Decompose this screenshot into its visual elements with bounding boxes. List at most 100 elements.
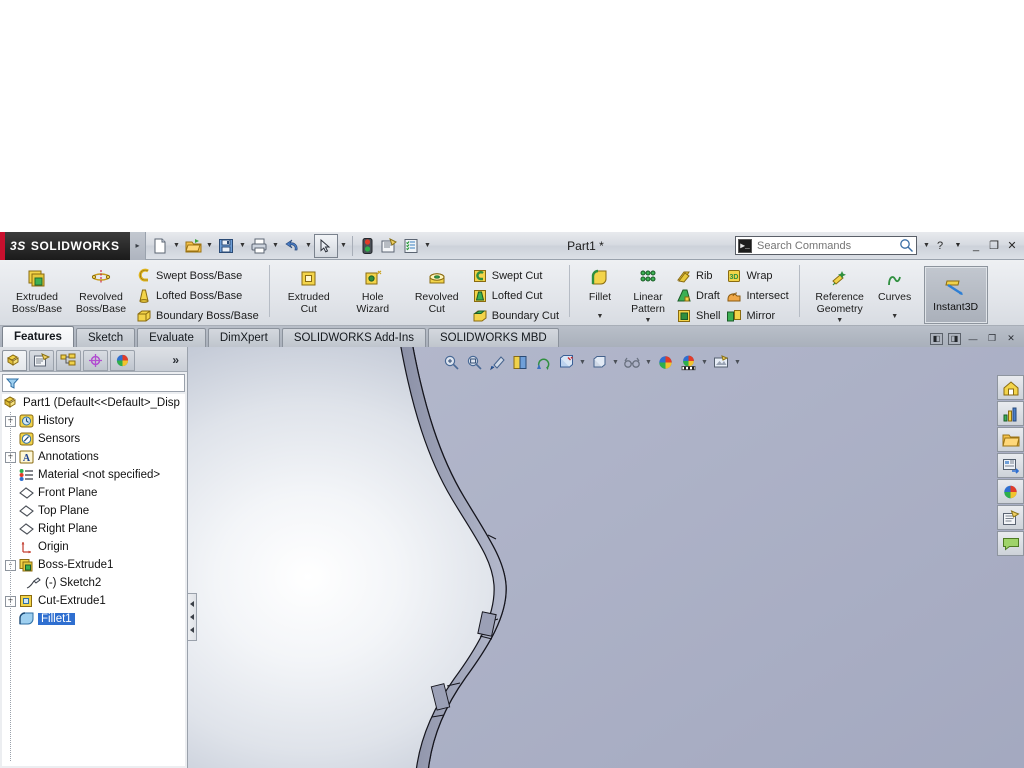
save-caret-icon[interactable]: ▼ — [237, 235, 248, 257]
tree-item-sketch2[interactable]: (-) Sketch2 — [2, 574, 185, 592]
view-settings-glasses-button[interactable] — [621, 352, 643, 372]
open-document-caret-icon[interactable]: ▼ — [204, 235, 215, 257]
extruded-cut-button[interactable]: Extruded Cut — [277, 264, 341, 315]
instant3d-toggle[interactable]: Instant3D — [923, 266, 988, 324]
intersect-button[interactable]: Intersect — [723, 286, 791, 305]
doc-restore-button[interactable]: ❐ — [985, 332, 999, 345]
swept-cut-button[interactable]: Swept Cut — [469, 266, 562, 285]
toolbar-settings-caret-icon[interactable]: ▼ — [422, 235, 433, 257]
search-caret-icon[interactable]: ▼ — [921, 235, 932, 257]
print-caret-icon[interactable]: ▼ — [270, 235, 281, 257]
panel-expand-chevron-icon[interactable]: » — [172, 353, 179, 367]
zoom-to-fit-button[interactable] — [440, 352, 462, 372]
shell-button[interactable]: Shell — [673, 306, 723, 325]
tab-features[interactable]: Features — [2, 326, 74, 347]
pin-left-button[interactable]: ◧ — [930, 332, 943, 345]
revolved-cut-button[interactable]: Revolved Cut — [405, 264, 469, 315]
previous-view-button[interactable] — [486, 352, 508, 372]
tree-item-cut-extrude1[interactable]: + Cut-Extrude1 — [2, 592, 185, 610]
rib-button[interactable]: Rib — [673, 266, 723, 285]
lofted-boss-base-button[interactable]: Lofted Boss/Base — [133, 286, 262, 305]
help-caret-icon[interactable]: ▼ — [950, 238, 966, 254]
configuration-manager-tab[interactable] — [56, 349, 81, 371]
tab-evaluate[interactable]: Evaluate — [137, 328, 206, 347]
display-style-caret-icon[interactable]: ▼ — [578, 352, 587, 372]
toolbar-settings-button[interactable] — [400, 235, 422, 257]
tab-solidworks-add-ins[interactable]: SOLIDWORKS Add-Ins — [281, 328, 426, 347]
pin-right-button[interactable]: ◨ — [948, 332, 961, 345]
open-document-button[interactable] — [182, 235, 204, 257]
search-icon[interactable] — [899, 238, 914, 253]
boundary-cut-button[interactable]: Boundary Cut — [469, 306, 562, 325]
graphics-viewport[interactable]: ▼ ▼ ▼ ▼ ▼ — [188, 347, 1024, 768]
tab-solidworks-mbd[interactable]: SOLIDWORKS MBD — [427, 328, 559, 347]
hide-show-items-button[interactable] — [588, 352, 610, 372]
tree-item-annotations[interactable]: + A Annotations — [2, 448, 185, 466]
panel-splitter-handle[interactable] — [188, 593, 197, 641]
options-button[interactable] — [378, 235, 400, 257]
tree-item-part1[interactable]: Part1 (Default<<Default>_Disp — [2, 394, 185, 412]
display-manager-tab[interactable] — [110, 349, 135, 371]
close-button[interactable]: ✕ — [1004, 238, 1020, 254]
select-tool-button[interactable] — [314, 233, 338, 258]
linear-pattern-dropdown-caret-icon[interactable]: ▼ — [623, 317, 673, 324]
apply-scene-button[interactable] — [677, 352, 699, 372]
rebuild-button[interactable] — [356, 235, 378, 257]
tree-item-history[interactable]: + History — [2, 412, 185, 430]
print-button[interactable] — [248, 235, 270, 257]
minimize-button[interactable]: _ — [968, 238, 984, 254]
file-explorer-button[interactable] — [997, 427, 1024, 452]
edit-appearance-button[interactable] — [654, 352, 676, 372]
lofted-cut-button[interactable]: Lofted Cut — [469, 286, 562, 305]
view-settings-caret-icon[interactable]: ▼ — [644, 352, 653, 372]
property-manager-tab[interactable] — [29, 349, 54, 371]
new-document-button[interactable] — [149, 235, 171, 257]
tree-item-origin[interactable]: Origin — [2, 538, 185, 556]
section-view-button[interactable] — [509, 352, 531, 372]
view-settings-button[interactable] — [710, 352, 732, 372]
save-button[interactable] — [215, 235, 237, 257]
hide-show-caret-icon[interactable]: ▼ — [611, 352, 620, 372]
restore-button[interactable]: ❐ — [986, 238, 1002, 254]
undo-caret-icon[interactable]: ▼ — [303, 235, 314, 257]
reference-geometry-button[interactable]: Reference Geometry — [807, 264, 873, 315]
apply-scene-caret-icon[interactable]: ▼ — [700, 352, 709, 372]
curves-dropdown-caret-icon[interactable]: ▼ — [873, 313, 917, 320]
tree-item-top-plane[interactable]: Top Plane — [2, 502, 185, 520]
curves-button[interactable]: Curves — [873, 264, 917, 304]
doc-minimize-button[interactable]: — — [966, 332, 980, 345]
revolved-boss-base-button[interactable]: Revolved Boss/Base — [69, 264, 133, 315]
display-style-button[interactable] — [555, 352, 577, 372]
boundary-boss-base-button[interactable]: Boundary Boss/Base — [133, 306, 262, 325]
zoom-to-area-button[interactable] — [463, 352, 485, 372]
tree-item-sensors[interactable]: Sensors — [2, 430, 185, 448]
tab-sketch[interactable]: Sketch — [75, 328, 136, 347]
tree-item-right-plane[interactable]: Right Plane — [2, 520, 185, 538]
reference-geometry-dropdown-caret-icon[interactable]: ▼ — [807, 317, 873, 324]
menu-expand-arrow[interactable]: ▸ — [130, 231, 146, 260]
wrap-button[interactable]: 3D Wrap — [723, 266, 791, 285]
draft-button[interactable]: Draft — [673, 286, 723, 305]
part-model-3d[interactable] — [188, 347, 1024, 768]
feature-filter-row[interactable] — [2, 374, 185, 392]
tab-dimxpert[interactable]: DimXpert — [207, 328, 280, 347]
tree-item-front-plane[interactable]: Front Plane — [2, 484, 185, 502]
view-palette-button[interactable] — [997, 453, 1024, 478]
tree-item-fillet1[interactable]: Fillet1 — [2, 610, 185, 628]
tree-item-material[interactable]: Material <not specified> — [2, 466, 185, 484]
new-document-caret-icon[interactable]: ▼ — [171, 235, 182, 257]
home-task-button[interactable] — [997, 375, 1024, 400]
search-input[interactable] — [752, 239, 899, 252]
view-orientation-button[interactable] — [532, 352, 554, 372]
feature-tree[interactable]: Part1 (Default<<Default>_Disp + History … — [2, 394, 185, 766]
hole-wizard-button[interactable]: Hole Wizard — [341, 264, 405, 315]
appearances-scenes-button[interactable] — [997, 479, 1024, 504]
swept-boss-base-button[interactable]: Swept Boss/Base — [133, 266, 262, 285]
search-commands-box[interactable]: ▶_ — [735, 236, 917, 255]
dimxpert-manager-tab[interactable] — [83, 349, 108, 371]
fillet-button[interactable]: Fillet — [577, 264, 623, 304]
design-library-button[interactable] — [997, 401, 1024, 426]
mirror-button[interactable]: Mirror — [723, 306, 791, 325]
undo-button[interactable] — [281, 235, 303, 257]
linear-pattern-button[interactable]: Linear Pattern — [623, 264, 673, 315]
